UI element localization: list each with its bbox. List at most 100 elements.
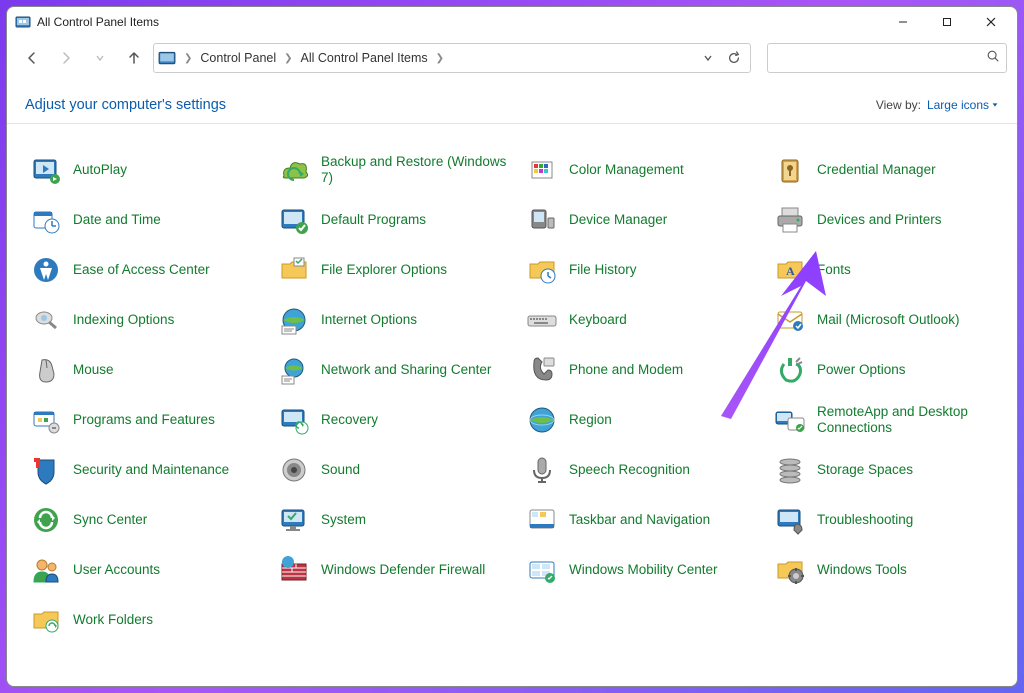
window-title: All Control Panel Items	[37, 15, 159, 29]
cp-item-label: Sound	[321, 462, 360, 478]
color-icon	[525, 153, 559, 187]
cp-item-sound[interactable]: Sound	[273, 446, 513, 494]
cp-item-label: Windows Mobility Center	[569, 562, 718, 578]
cp-item-internet-options[interactable]: Internet Options	[273, 296, 513, 344]
breadcrumb-current[interactable]: All Control Panel Items	[297, 49, 432, 67]
programs-icon	[29, 403, 63, 437]
keyboard-icon	[525, 303, 559, 337]
cp-item-windows-defender-firewall[interactable]: Windows Defender Firewall	[273, 546, 513, 594]
cp-item-autoplay[interactable]: AutoPlay	[25, 146, 265, 194]
mobility-icon	[525, 553, 559, 587]
cp-item-taskbar-and-navigation[interactable]: Taskbar and Navigation	[521, 496, 761, 544]
cp-item-storage-spaces[interactable]: Storage Spaces	[769, 446, 1009, 494]
cp-item-remoteapp-and-desktop-connections[interactable]: RemoteApp and Desktop Connections	[769, 396, 1009, 444]
speech-icon	[525, 453, 559, 487]
cp-item-backup-and-restore-windows-7-[interactable]: Backup and Restore (Windows 7)	[273, 146, 513, 194]
cp-item-mail-microsoft-outlook-[interactable]: Mail (Microsoft Outlook)	[769, 296, 1009, 344]
cp-item-default-programs[interactable]: Default Programs	[273, 196, 513, 244]
system-icon	[277, 503, 311, 537]
cp-item-label: Credential Manager	[817, 162, 936, 178]
cp-item-label: Phone and Modem	[569, 362, 683, 378]
address-dropdown-button[interactable]	[696, 46, 720, 70]
cp-item-keyboard[interactable]: Keyboard	[521, 296, 761, 344]
mouse-icon	[29, 353, 63, 387]
cp-item-label: Date and Time	[73, 212, 161, 228]
address-bar[interactable]: ❯ Control Panel ❯ All Control Panel Item…	[153, 43, 751, 73]
troubleshoot-icon	[773, 503, 807, 537]
search-box[interactable]	[767, 43, 1007, 73]
cp-item-indexing-options[interactable]: Indexing Options	[25, 296, 265, 344]
cp-item-programs-and-features[interactable]: Programs and Features	[25, 396, 265, 444]
cp-item-label: Indexing Options	[73, 312, 174, 328]
cp-item-work-folders[interactable]: Work Folders	[25, 596, 265, 644]
credential-icon	[773, 153, 807, 187]
minimize-button[interactable]	[881, 8, 925, 36]
cp-item-ease-of-access-center[interactable]: Ease of Access Center	[25, 246, 265, 294]
cp-item-label: Storage Spaces	[817, 462, 913, 478]
work-folders-icon	[29, 603, 63, 637]
cp-item-troubleshooting[interactable]: Troubleshooting	[769, 496, 1009, 544]
view-by-dropdown[interactable]: Large icons	[927, 98, 999, 112]
cp-item-label: Power Options	[817, 362, 906, 378]
breadcrumb-root[interactable]: Control Panel	[196, 49, 280, 67]
cp-item-label: AutoPlay	[73, 162, 127, 178]
cp-item-label: Windows Defender Firewall	[321, 562, 485, 578]
cp-item-file-history[interactable]: File History	[521, 246, 761, 294]
cp-item-color-management[interactable]: Color Management	[521, 146, 761, 194]
chevron-right-icon[interactable]: ❯	[282, 53, 294, 64]
back-button[interactable]	[17, 43, 47, 73]
search-input[interactable]	[774, 51, 986, 65]
cp-item-user-accounts[interactable]: User Accounts	[25, 546, 265, 594]
up-button[interactable]	[119, 43, 149, 73]
cp-item-label: Mail (Microsoft Outlook)	[817, 312, 960, 328]
mail-icon	[773, 303, 807, 337]
cp-item-label: Windows Tools	[817, 562, 907, 578]
cp-item-fonts[interactable]: Fonts	[769, 246, 1009, 294]
cp-item-credential-manager[interactable]: Credential Manager	[769, 146, 1009, 194]
recent-dropdown-button[interactable]	[85, 43, 115, 73]
cp-item-windows-mobility-center[interactable]: Windows Mobility Center	[521, 546, 761, 594]
view-by-label: View by:	[876, 98, 921, 112]
page-heading: Adjust your computer's settings	[25, 97, 226, 113]
cp-item-label: Taskbar and Navigation	[569, 512, 710, 528]
cp-item-label: User Accounts	[73, 562, 160, 578]
cp-item-label: Backup and Restore (Windows 7)	[321, 154, 509, 185]
cp-item-system[interactable]: System	[273, 496, 513, 544]
close-button[interactable]	[969, 8, 1013, 36]
refresh-button[interactable]	[722, 46, 746, 70]
chevron-right-icon[interactable]: ❯	[182, 53, 194, 64]
items-area: AutoPlay Backup and Restore (Windows 7) Co…	[7, 132, 1017, 686]
cp-item-label: Mouse	[73, 362, 114, 378]
forward-button[interactable]	[51, 43, 81, 73]
cp-item-recovery[interactable]: Recovery	[273, 396, 513, 444]
default-programs-icon	[277, 203, 311, 237]
taskbar-icon	[525, 503, 559, 537]
cp-item-file-explorer-options[interactable]: File Explorer Options	[273, 246, 513, 294]
cp-item-region[interactable]: Region	[521, 396, 761, 444]
cp-item-network-and-sharing-center[interactable]: Network and Sharing Center	[273, 346, 513, 394]
cp-item-mouse[interactable]: Mouse	[25, 346, 265, 394]
cp-item-security-and-maintenance[interactable]: Security and Maintenance	[25, 446, 265, 494]
power-icon	[773, 353, 807, 387]
heading-row: Adjust your computer's settings View by:…	[7, 79, 1017, 124]
cp-item-date-and-time[interactable]: Date and Time	[25, 196, 265, 244]
file-history-icon	[525, 253, 559, 287]
view-by-value: Large icons	[927, 98, 989, 112]
search-icon	[986, 49, 1000, 68]
cp-item-power-options[interactable]: Power Options	[769, 346, 1009, 394]
cp-item-phone-and-modem[interactable]: Phone and Modem	[521, 346, 761, 394]
cp-item-speech-recognition[interactable]: Speech Recognition	[521, 446, 761, 494]
control-panel-small-icon	[158, 49, 176, 67]
maximize-button[interactable]	[925, 8, 969, 36]
cp-item-label: Troubleshooting	[817, 512, 913, 528]
chevron-right-icon[interactable]: ❯	[434, 53, 446, 64]
cp-item-label: Ease of Access Center	[73, 262, 210, 278]
titlebar: All Control Panel Items	[7, 7, 1017, 37]
cp-item-devices-and-printers[interactable]: Devices and Printers	[769, 196, 1009, 244]
cp-item-label: Sync Center	[73, 512, 147, 528]
cp-item-device-manager[interactable]: Device Manager	[521, 196, 761, 244]
cp-item-sync-center[interactable]: Sync Center	[25, 496, 265, 544]
cp-item-label: Work Folders	[73, 612, 153, 628]
control-panel-icon	[15, 14, 31, 30]
cp-item-windows-tools[interactable]: Windows Tools	[769, 546, 1009, 594]
